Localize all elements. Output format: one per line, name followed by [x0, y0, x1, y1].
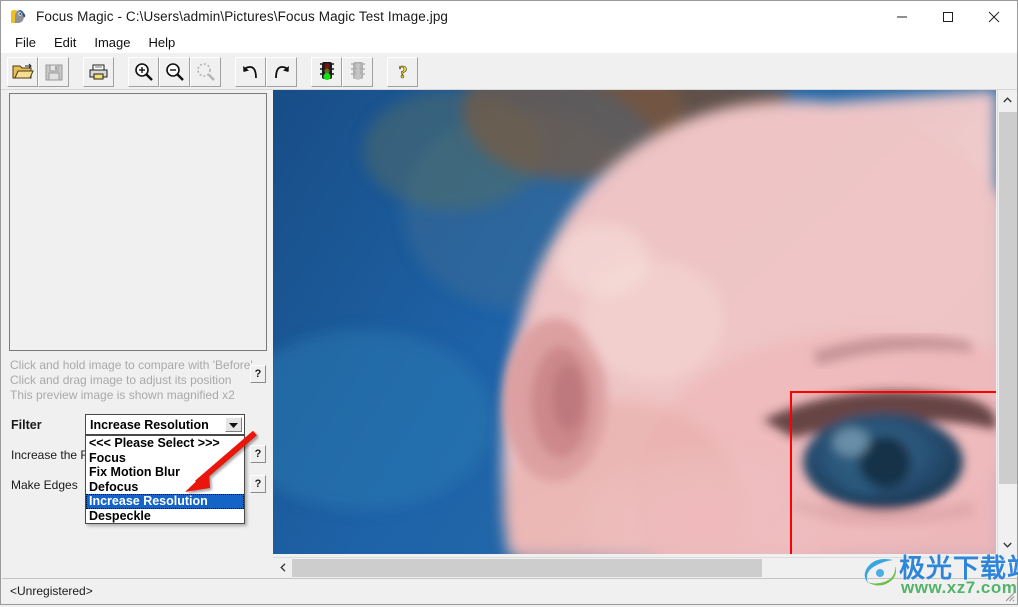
- filter-label: Filter: [11, 418, 42, 432]
- preview-image-box[interactable]: [9, 93, 267, 351]
- svg-text:?: ?: [398, 62, 407, 82]
- title-bar: Focus Magic - C:\Users\admin\Pictures\Fo…: [1, 1, 1017, 32]
- increase-resolution-param-label: Increase the Re: [11, 448, 96, 462]
- traffic-light-go-button[interactable]: [311, 56, 342, 87]
- dropdown-item-increase-resolution[interactable]: Increase Resolution: [86, 494, 244, 509]
- filter-dropdown-list[interactable]: <<< Please Select >>> Focus Fix Motion B…: [85, 435, 245, 524]
- hint-line-magnify: This preview image is shown magnified x2: [10, 388, 235, 402]
- window-controls: [879, 1, 1017, 32]
- dropdown-item-despeckle[interactable]: Despeckle: [86, 509, 244, 524]
- toolbar: ?: [1, 53, 1017, 90]
- dropdown-item-focus[interactable]: Focus: [86, 451, 244, 466]
- print-button[interactable]: [83, 56, 114, 87]
- close-button[interactable]: [971, 1, 1017, 32]
- status-bar: <Unregistered>: [2, 578, 1017, 604]
- filter-combobox-value: Increase Resolution: [90, 417, 209, 432]
- window-title: Focus Magic - C:\Users\admin\Pictures\Fo…: [36, 9, 449, 24]
- dropdown-item-fix-motion-blur[interactable]: Fix Motion Blur: [86, 465, 244, 480]
- open-folder-button[interactable]: [7, 56, 38, 87]
- chevron-down-icon[interactable]: [225, 417, 242, 432]
- selection-rectangle[interactable]: [790, 391, 996, 554]
- menu-item-image[interactable]: Image: [85, 32, 139, 53]
- filter-combobox[interactable]: Increase Resolution: [85, 414, 245, 435]
- menu-item-edit[interactable]: Edit: [45, 32, 85, 53]
- hint-line-drag: Click and drag image to adjust its posit…: [10, 373, 232, 387]
- help-button-increase[interactable]: ?: [250, 445, 266, 463]
- zoom-out-button[interactable]: [159, 56, 190, 87]
- help-button-edges[interactable]: ?: [250, 475, 266, 493]
- preview-hints: Click and hold image to compare with 'Be…: [10, 358, 253, 403]
- menu-item-file[interactable]: File: [6, 32, 45, 53]
- undo-button[interactable]: [235, 56, 266, 87]
- help-button-preview[interactable]: ?: [250, 365, 266, 383]
- maximize-button[interactable]: [925, 1, 971, 32]
- save-disk-button[interactable]: [38, 56, 69, 87]
- menu-item-help[interactable]: Help: [140, 32, 185, 53]
- focus-magic-window: Focus Magic - C:\Users\admin\Pictures\Fo…: [0, 0, 1018, 605]
- scroll-left-button[interactable]: [273, 558, 292, 577]
- horizontal-scroll-thumb[interactable]: [292, 559, 762, 577]
- zoom-in-button[interactable]: [128, 56, 159, 87]
- dropdown-item-please-select[interactable]: <<< Please Select >>>: [86, 436, 244, 451]
- vertical-scroll-thumb[interactable]: [999, 112, 1017, 484]
- main-image-canvas[interactable]: [273, 90, 996, 554]
- minimize-button[interactable]: [879, 1, 925, 32]
- registration-status: <Unregistered>: [10, 584, 93, 598]
- menu-bar: File Edit Image Help: [1, 32, 1017, 53]
- help-question-button[interactable]: ?: [387, 56, 418, 87]
- scroll-down-button[interactable]: [998, 535, 1017, 554]
- vertical-scrollbar[interactable]: [997, 90, 1017, 554]
- dropdown-item-defocus[interactable]: Defocus: [86, 480, 244, 495]
- hint-line-compare: Click and hold image to compare with 'Be…: [10, 358, 253, 372]
- make-edges-param-label: Make Edges: [11, 478, 78, 492]
- redo-button[interactable]: [266, 56, 297, 87]
- zoom-fit-button[interactable]: [190, 56, 221, 87]
- scroll-up-button[interactable]: [998, 90, 1017, 109]
- parrot-icon: [9, 8, 27, 26]
- horizontal-scrollbar[interactable]: [273, 557, 996, 577]
- traffic-light-off-button[interactable]: [342, 56, 373, 87]
- resize-grip[interactable]: [1002, 589, 1015, 602]
